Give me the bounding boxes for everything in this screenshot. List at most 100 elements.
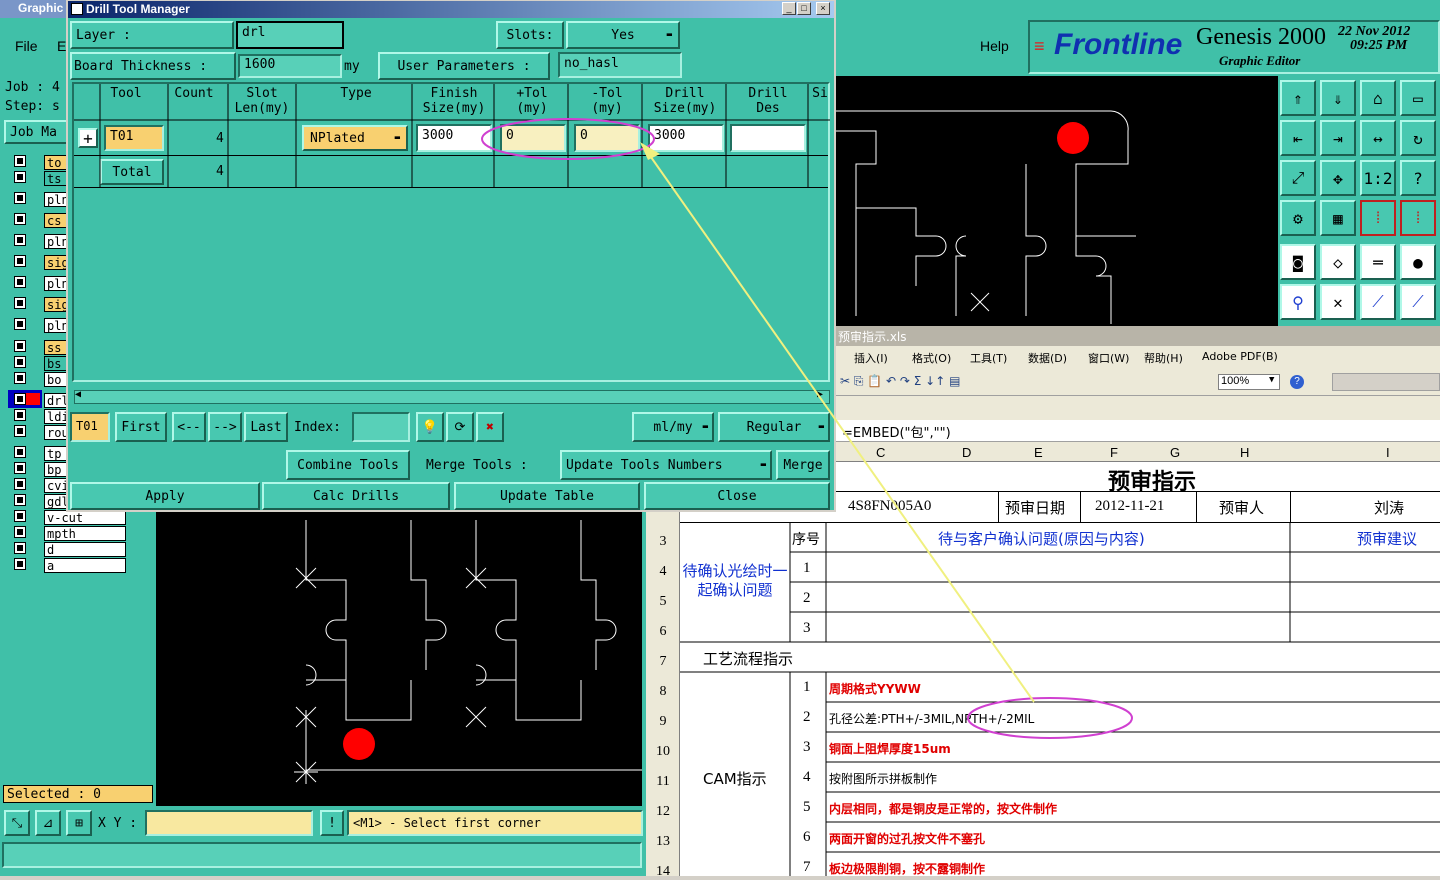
- column-header[interactable]: F: [1110, 445, 1118, 460]
- layer-checkbox[interactable]: [14, 446, 26, 458]
- zoom-in-icon[interactable]: ⤡: [4, 810, 30, 836]
- layer-checkbox[interactable]: [14, 192, 26, 204]
- layer-checkbox[interactable]: [14, 318, 26, 330]
- layer-checkbox[interactable]: [14, 425, 26, 437]
- help-circle-icon[interactable]: ?: [1290, 375, 1304, 389]
- row-number[interactable]: 10: [646, 744, 680, 760]
- layer-checkbox[interactable]: [14, 409, 26, 421]
- layer-checkbox[interactable]: [14, 155, 26, 167]
- grid-icon[interactable]: ▦: [1320, 200, 1356, 236]
- toolbar-search-box[interactable]: [1332, 373, 1440, 391]
- column-header[interactable]: C: [876, 445, 885, 460]
- excel-menu-item[interactable]: 工具(T): [970, 350, 1007, 366]
- grid-toggle-icon[interactable]: ⊞: [66, 810, 92, 836]
- xy-input[interactable]: [145, 810, 313, 836]
- column-header[interactable]: E: [1034, 445, 1043, 460]
- apply-button[interactable]: Apply: [70, 482, 260, 510]
- open-step-icon[interactable]: ⇑: [1280, 80, 1316, 116]
- prev-button[interactable]: <--: [172, 412, 206, 442]
- row-number[interactable]: 7: [646, 654, 680, 670]
- excel-menu-item[interactable]: 格式(O): [912, 350, 951, 366]
- home-icon[interactable]: ⌂: [1360, 80, 1396, 116]
- minimize-button[interactable]: _: [782, 2, 796, 15]
- command-line[interactable]: [2, 842, 642, 868]
- excel-menu-item[interactable]: Adobe PDF(B): [1202, 350, 1278, 363]
- layer-checkbox[interactable]: [14, 213, 26, 225]
- board-thickness-input[interactable]: 1600: [238, 54, 342, 78]
- menu-help[interactable]: Help: [980, 38, 1009, 54]
- layer-checkbox[interactable]: [14, 542, 26, 554]
- layer-checkbox[interactable]: [14, 393, 26, 405]
- menu-edit[interactable]: E: [57, 38, 66, 54]
- layer-checkbox[interactable]: [14, 462, 26, 474]
- refresh-icon[interactable]: ⟳: [446, 412, 474, 442]
- row-number[interactable]: 12: [646, 804, 680, 820]
- combine-tools-button[interactable]: Combine Tools: [286, 450, 410, 480]
- align-left-icon[interactable]: ⇤: [1280, 120, 1316, 156]
- layer-item[interactable]: d: [44, 542, 126, 557]
- merge-button[interactable]: Merge: [776, 450, 830, 480]
- scroll-left-icon[interactable]: ◀: [75, 389, 81, 400]
- layer-input[interactable]: drl: [236, 21, 344, 49]
- layer-checkbox[interactable]: [14, 297, 26, 309]
- close-button[interactable]: Close: [644, 482, 830, 510]
- scale-icon[interactable]: 1:2: [1360, 160, 1396, 196]
- layer-checkbox[interactable]: [14, 171, 26, 183]
- column-header[interactable]: D: [962, 445, 971, 460]
- save-icon[interactable]: ⇓: [1320, 80, 1356, 116]
- formula-text[interactable]: =EMBED("包",""): [842, 422, 951, 441]
- user-params-input[interactable]: no_hasl: [558, 52, 682, 78]
- layer-checkbox[interactable]: [14, 372, 26, 384]
- layer-checkbox[interactable]: [14, 234, 26, 246]
- excel-menu-item[interactable]: 帮助(H): [1144, 350, 1183, 366]
- ruler-icon[interactable]: ═: [1360, 244, 1396, 280]
- layer-checkbox[interactable]: [14, 510, 26, 522]
- fit-icon[interactable]: ⤢: [1280, 160, 1316, 196]
- toolbar-icons[interactable]: ✂ ⎘ 📋 ↶ ↷ Σ ↓↑ ▤: [840, 374, 960, 389]
- measure-icon[interactable]: ⚙: [1280, 200, 1316, 236]
- layer-item[interactable]: mpth: [44, 526, 126, 541]
- row-number[interactable]: 13: [646, 834, 680, 850]
- maximize-button[interactable]: □: [797, 2, 811, 15]
- row-number[interactable]: 6: [646, 624, 680, 640]
- mirror-icon[interactable]: ↔: [1360, 120, 1396, 156]
- mode-select[interactable]: Regular ▬: [718, 412, 830, 442]
- light-bulb-icon[interactable]: 💡: [416, 412, 444, 442]
- net-icon[interactable]: ⚲: [1280, 284, 1316, 320]
- menu-file[interactable]: File: [15, 38, 38, 54]
- pad-icon[interactable]: ◙: [1280, 244, 1316, 280]
- info-icon[interactable]: !: [320, 810, 344, 836]
- snap2-icon[interactable]: ⁞: [1400, 200, 1436, 236]
- layer-checkbox[interactable]: [14, 526, 26, 538]
- row-number[interactable]: 9: [646, 714, 680, 730]
- job-manager-button[interactable]: Job Ma: [4, 120, 72, 144]
- update-tools-numbers-select[interactable]: Update Tools Numbers ▬: [560, 450, 772, 480]
- window-icon[interactable]: ▭: [1400, 80, 1436, 116]
- units-select[interactable]: ml/my ▬: [632, 412, 714, 442]
- layer-checkbox[interactable]: [14, 494, 26, 506]
- row-number[interactable]: 5: [646, 594, 680, 610]
- line-icon[interactable]: ⟋: [1360, 284, 1396, 320]
- layer-checkbox[interactable]: [14, 478, 26, 490]
- rectangle-icon[interactable]: ◇: [1320, 244, 1356, 280]
- layer-checkbox[interactable]: [14, 255, 26, 267]
- row-number[interactable]: 11: [646, 774, 680, 790]
- calc-drills-button[interactable]: Calc Drills: [262, 482, 450, 510]
- column-header[interactable]: G: [1170, 445, 1180, 460]
- row-number[interactable]: 8: [646, 684, 680, 700]
- layer-checkbox[interactable]: [14, 340, 26, 352]
- center-icon[interactable]: ✥: [1320, 160, 1356, 196]
- first-button[interactable]: First: [115, 412, 167, 442]
- excel-menu-item[interactable]: 窗口(W): [1088, 350, 1129, 366]
- layer-checkbox[interactable]: [14, 276, 26, 288]
- circle-icon[interactable]: ●: [1400, 244, 1436, 280]
- arc-icon[interactable]: ⟋: [1400, 284, 1436, 320]
- column-header[interactable]: I: [1386, 445, 1390, 460]
- cross-icon[interactable]: ✕: [1320, 284, 1356, 320]
- update-table-button[interactable]: Update Table: [454, 482, 640, 510]
- align-right-icon[interactable]: ⇥: [1320, 120, 1356, 156]
- next-button[interactable]: -->: [208, 412, 242, 442]
- close-window-button[interactable]: ×: [816, 2, 830, 15]
- scroll-right-icon[interactable]: ▶: [817, 389, 823, 400]
- help-icon[interactable]: ?: [1400, 160, 1436, 196]
